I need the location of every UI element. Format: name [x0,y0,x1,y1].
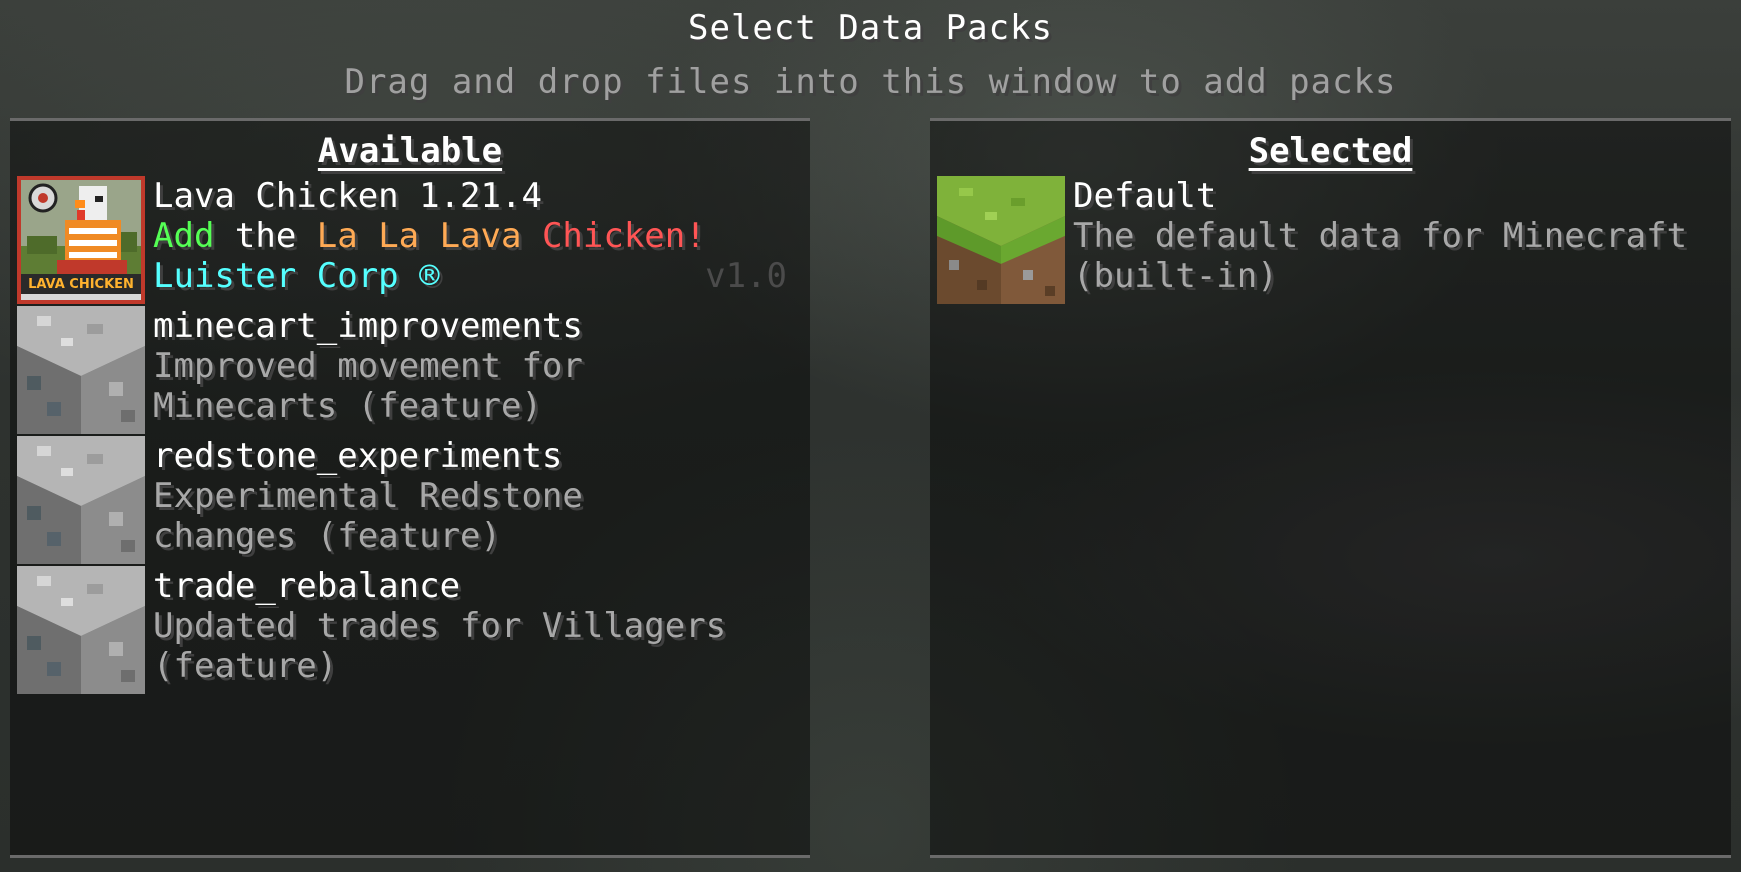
available-heading: Available [317,131,503,171]
pack-description: Add the La La Lava Chicken! [153,216,706,256]
pack-name: minecart_improvements [153,306,583,346]
pack-entry-redstone-experiments[interactable]: redstone_experiments Experimental Redsto… [17,436,797,566]
selected-heading: Selected [1248,131,1413,171]
grass-block-icon [937,176,1065,304]
pack-entry-default[interactable]: Default The default data for Minecraft (… [937,176,1717,306]
pack-description-line1: Improved movement for [153,346,583,386]
pack-description-line1: The default data for Minecraft [1073,216,1688,256]
pack-name: trade_rebalance [153,566,461,606]
pack-author: Luister Corp ® [153,256,440,296]
pack-name: redstone_experiments [153,436,563,476]
pack-description-line2: (feature) [153,646,338,686]
screen-subtitle: Drag and drop files into this window to … [344,62,1397,102]
pack-entry-trade-rebalance[interactable]: trade_rebalance Updated trades for Villa… [17,566,797,696]
pack-description-line1: Experimental Redstone [153,476,583,516]
stone-block-icon [17,436,145,564]
pack-entry-minecart-improvements[interactable]: minecart_improvements Improved movement … [17,306,797,436]
pack-description-line2: changes (feature) [153,516,501,556]
selected-packs-list[interactable]: Selected Default The default data for Mi… [930,118,1731,858]
pack-name: Default [1073,176,1217,216]
pack-description-line2: Minecarts (feature) [153,386,542,426]
stone-block-icon [17,306,145,434]
screen-title: Select Data Packs [688,8,1053,48]
pack-description-line2: (built-in) [1073,256,1278,296]
pack-entry-lava-chicken[interactable]: LAVA CHICKEN Lava Chicken 1.21.4 Add the… [17,176,797,306]
pack-name: Lava Chicken 1.21.4 [153,176,542,216]
svg-text:LAVA CHICKEN: LAVA CHICKEN [28,277,134,292]
pack-description-line1: Updated trades for Villagers [153,606,727,646]
pack-version: v1.0 [705,256,787,296]
available-packs-list[interactable]: Available LAVA CHICKEN Lava Chicken 1.21… [10,118,810,858]
stone-block-icon [17,566,145,694]
lava-chicken-pack-icon: LAVA CHICKEN [17,176,145,304]
